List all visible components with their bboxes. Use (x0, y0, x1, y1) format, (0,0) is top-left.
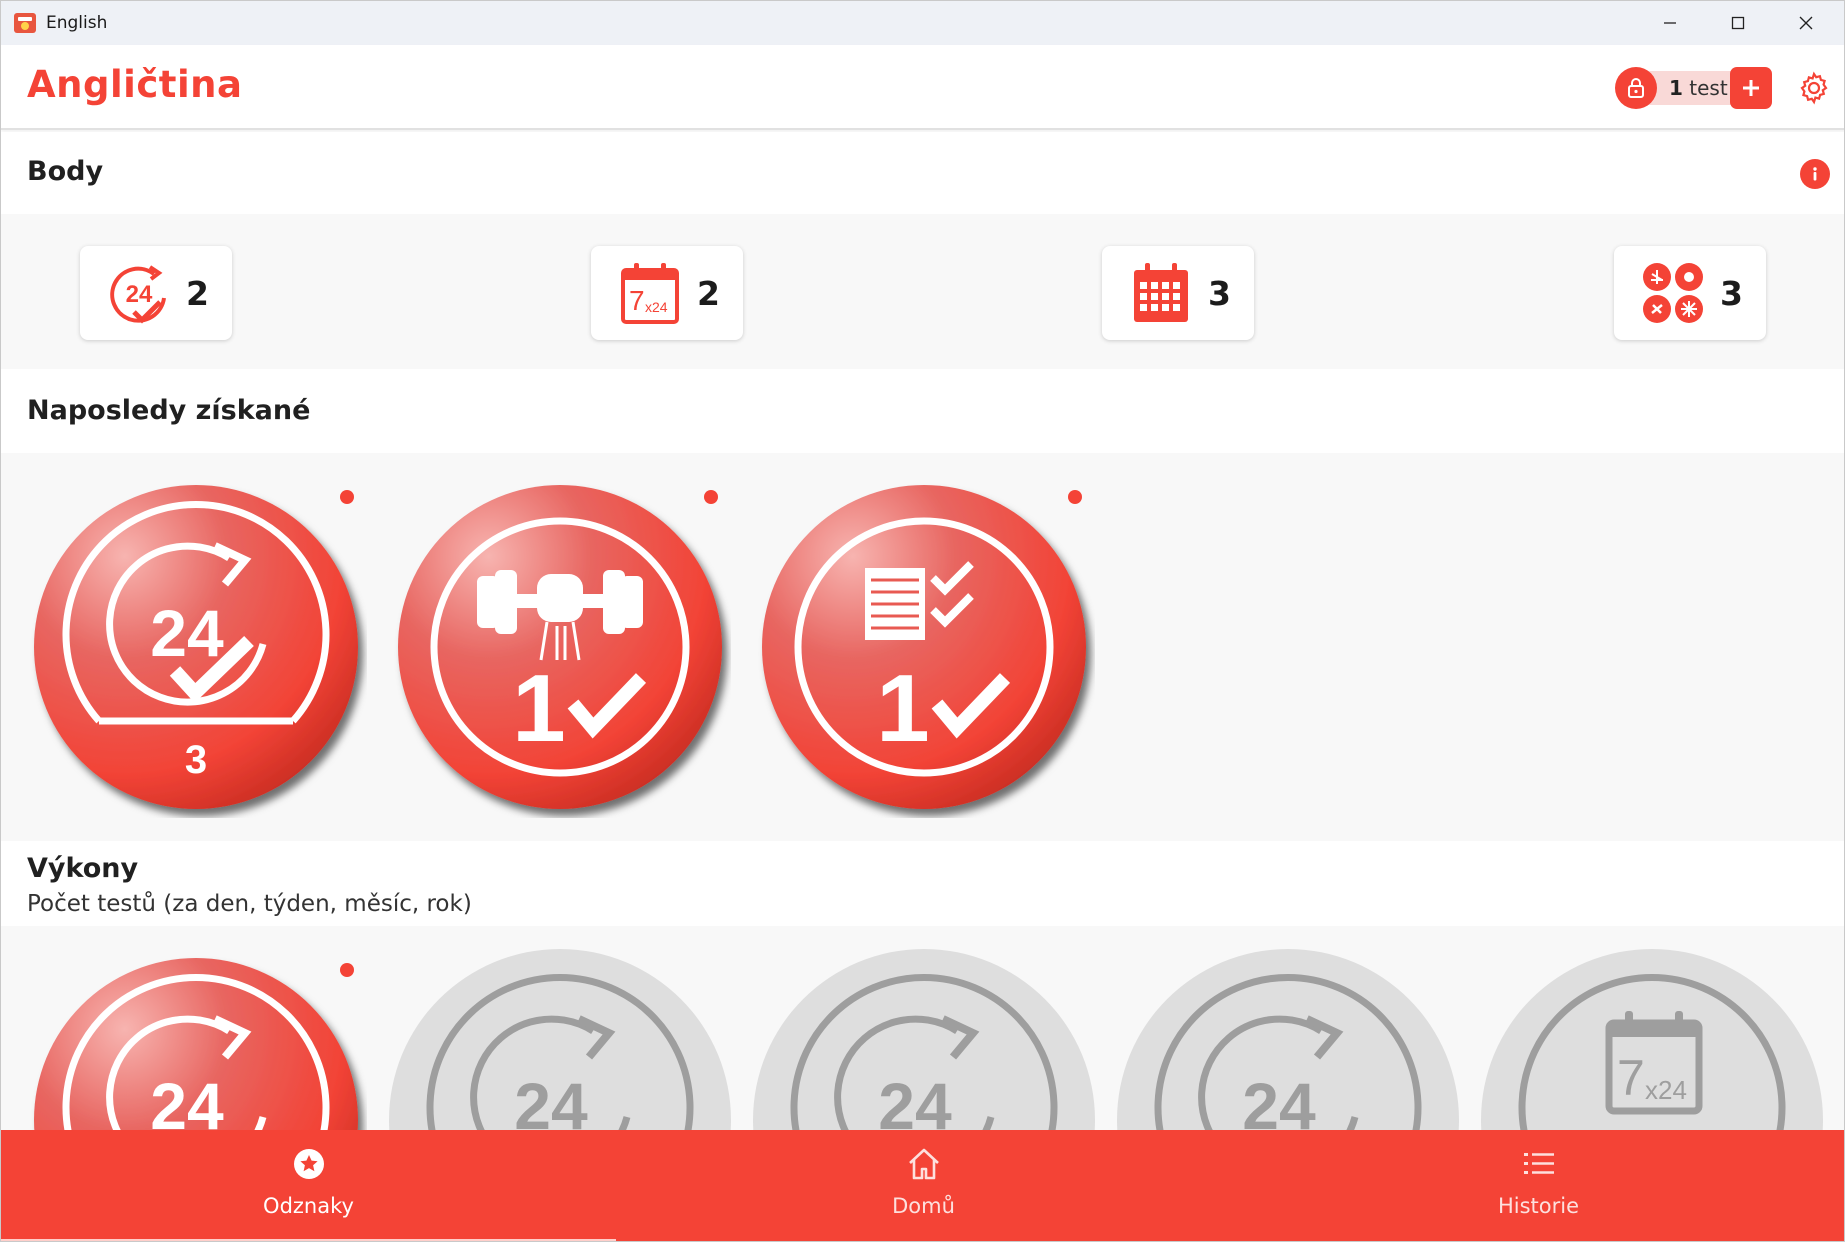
app-header: Angličtina 1 test (1, 45, 1844, 130)
points-year-value: 3 (1720, 273, 1743, 313)
badge-checklist[interactable]: 1 (753, 476, 1095, 818)
performance-panel: 24 24 24 24 7 x24 (1, 926, 1844, 1130)
badge-big-text: 24 (150, 1069, 224, 1130)
tests-count: 1 test (1669, 76, 1728, 100)
new-indicator (340, 490, 354, 504)
badge-small-text: x24 (1645, 1075, 1687, 1105)
new-indicator (1068, 490, 1082, 504)
points-year-card: 3 (1614, 246, 1766, 340)
nav-home[interactable]: Domů (616, 1130, 1231, 1241)
app-icon (14, 13, 36, 33)
badge-24h-level3[interactable]: 24 3 (25, 476, 367, 818)
performance-header: Výkony Počet testů (za den, týden, měsíc… (1, 841, 1844, 926)
badge-big-text: 24 (1242, 1069, 1316, 1130)
close-icon (1799, 16, 1813, 30)
points-month-value: 3 (1208, 273, 1231, 313)
badge-big-text: 24 (878, 1069, 952, 1130)
badge-big-text: 1 (512, 655, 565, 762)
recent-header: Naposledy získané (1, 369, 1844, 453)
tests-count-value: 1 (1669, 76, 1683, 100)
badge-24h-locked[interactable]: 24 (753, 949, 1095, 1130)
settings-button[interactable] (1795, 69, 1833, 107)
badge-level-text: 3 (185, 738, 207, 782)
points-week-value: 2 (697, 273, 720, 313)
badge-big-text: 1 (876, 655, 929, 762)
recent-title: Naposledy získané (27, 395, 311, 426)
badge-big-text: 24 (514, 1069, 588, 1130)
star-badge-icon (293, 1149, 324, 1179)
lock-icon (1628, 78, 1644, 98)
maximize-icon (1731, 16, 1745, 30)
recent-panel: 24 3 1 1 (1, 453, 1844, 841)
tests-indicator: 1 test (1615, 67, 1773, 109)
nav-badges-label: Odznaky (263, 1194, 354, 1218)
bottom-navigation: Odznaky Domů Historie (1, 1130, 1844, 1241)
month-calendar-icon (1134, 263, 1188, 322)
list-icon (1523, 1153, 1554, 1174)
nav-badges[interactable]: Odznaky (1, 1130, 616, 1241)
7x24-icon-main: 7 (629, 285, 645, 316)
points-day-value: 2 (186, 273, 209, 313)
points-day-card: 24 2 (80, 246, 232, 340)
points-month-card: 3 (1102, 246, 1254, 340)
info-icon (1813, 167, 1817, 181)
close-button[interactable] (1772, 1, 1840, 45)
gear-icon (1800, 71, 1828, 105)
points-panel: 24 2 7 x24 2 3 3 (1, 214, 1844, 369)
nav-history-label: Historie (1497, 1194, 1580, 1218)
nav-history[interactable]: Historie (1231, 1130, 1844, 1241)
points-title: Body (27, 156, 104, 187)
new-indicator (704, 490, 718, 504)
minimize-button[interactable] (1636, 1, 1704, 45)
window-title: English (46, 13, 108, 33)
new-indicator (340, 963, 354, 977)
seasons-icon (1643, 263, 1703, 323)
points-week-card: 7 x24 2 (591, 246, 743, 340)
performance-title: Výkony (27, 853, 139, 884)
plus-icon (1743, 80, 1759, 96)
title-bar: English (1, 1, 1844, 45)
badge-big-text: 24 (150, 596, 224, 670)
app-window: English Angličtina 1 test Body 24 2 7 x2… (0, 0, 1845, 1242)
info-button[interactable] (1800, 159, 1830, 189)
24h-icon-text: 24 (126, 281, 153, 308)
add-test-button[interactable] (1730, 67, 1772, 109)
minimize-icon (1664, 22, 1676, 24)
7x24-icon-sub: x24 (645, 299, 668, 315)
badge-24h-locked[interactable]: 24 (1117, 949, 1459, 1130)
24h-icon: 24 (110, 265, 166, 324)
nav-home-label: Domů (892, 1194, 955, 1218)
page-title: Angličtina (27, 63, 243, 106)
7x24-calendar-icon: 7 x24 (621, 263, 679, 324)
points-header: Body (1, 132, 1844, 214)
badge-7x24-locked[interactable]: 7 x24 (1481, 949, 1823, 1130)
lock-button[interactable] (1615, 67, 1657, 109)
badge-24h-earned[interactable]: 24 (25, 949, 367, 1130)
badge-big-text: 7 (1617, 1050, 1645, 1106)
performance-subtitle: Počet testů (za den, týden, měsíc, rok) (27, 891, 472, 917)
badge-strength[interactable]: 1 (389, 476, 731, 818)
maximize-button[interactable] (1704, 1, 1772, 45)
home-icon (908, 1148, 939, 1180)
tests-count-label: test (1689, 76, 1728, 100)
badge-24h-locked[interactable]: 24 (389, 949, 731, 1130)
